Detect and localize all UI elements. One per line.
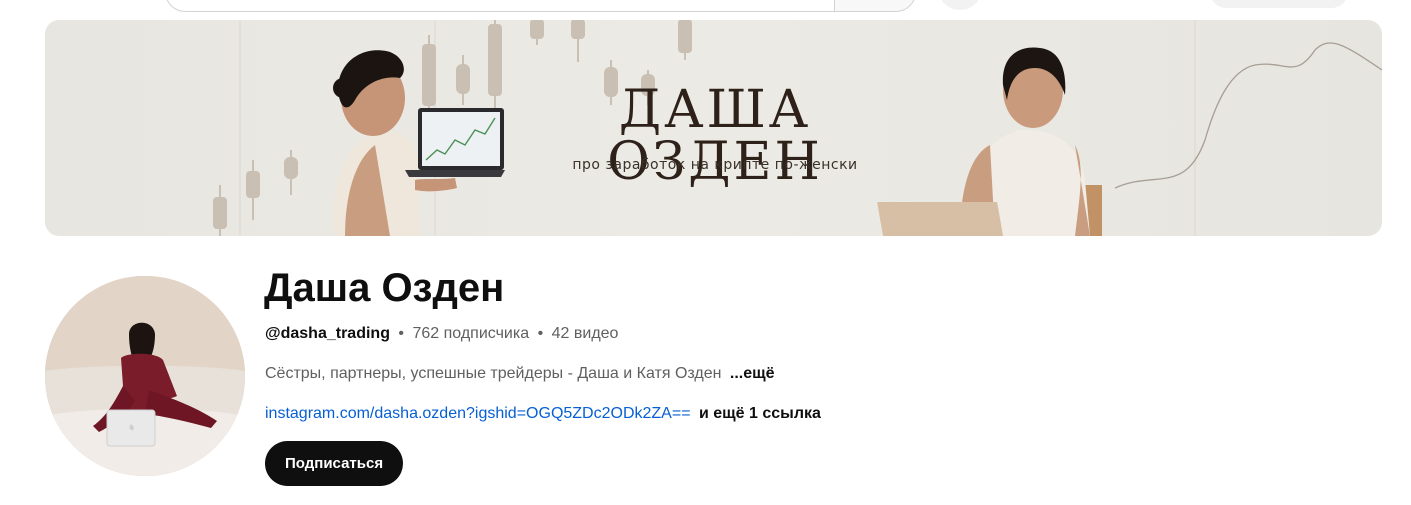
meta-separator: •: [537, 325, 544, 342]
subscribe-button[interactable]: Подписаться: [265, 441, 404, 486]
meta-separator: •: [398, 325, 405, 342]
subscriber-count: 762 подписчика: [412, 325, 530, 342]
banner-subtitle: про заработок на крипте по-женски: [572, 157, 858, 173]
banner-laptop: [405, 108, 505, 177]
avatar-image: [45, 276, 245, 476]
channel-handle: @dasha_trading: [265, 325, 390, 342]
header-action-button[interactable]: [1210, 0, 1348, 8]
channel-name: Даша Озден: [264, 266, 505, 310]
description-more-button[interactable]: ...ещё: [730, 365, 775, 382]
more-links-button[interactable]: и ещё 1 ссылка: [699, 405, 821, 422]
channel-meta: @dasha_trading • 762 подписчика • 42 вид…: [265, 323, 618, 345]
voice-search-button[interactable]: [938, 0, 982, 10]
search-input[interactable]: [165, 0, 834, 12]
channel-links: instagram.com/dasha.ozden?igshid=OGQ5ZDc…: [265, 403, 821, 425]
channel-banner: ДАША ОЗДЕН про заработок на крипте по-же…: [45, 20, 1382, 236]
description-text: Сёстры, партнеры, успешные трейдеры - Да…: [265, 365, 722, 382]
search-button[interactable]: [834, 0, 916, 12]
video-count: 42 видео: [551, 325, 619, 342]
channel-avatar[interactable]: [45, 276, 245, 476]
instagram-link[interactable]: instagram.com/dasha.ozden?igshid=OGQ5ZDc…: [265, 405, 691, 422]
channel-description[interactable]: Сёстры, партнеры, успешные трейдеры - Да…: [265, 363, 775, 385]
